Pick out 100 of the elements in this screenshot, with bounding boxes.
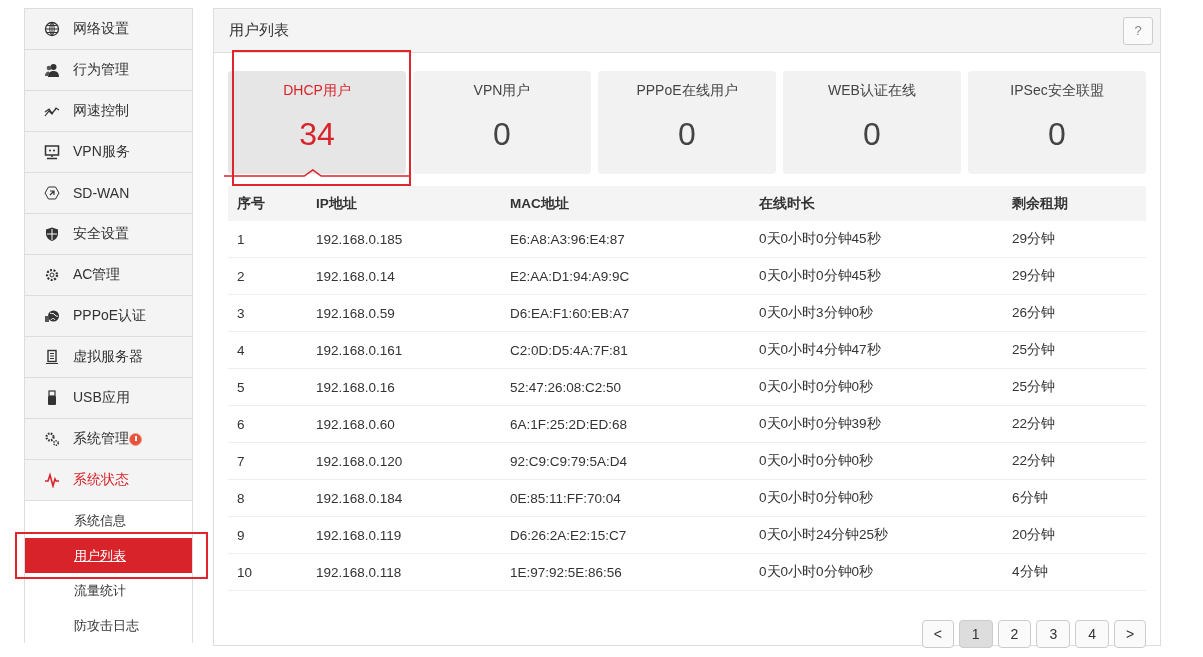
sidebar-item[interactable]: 安全设置 — [25, 214, 192, 255]
table-cell: 192.168.0.60 — [307, 405, 501, 443]
column-header: 剩余租期 — [1003, 186, 1146, 221]
table-cell: 0天0小时0分钟0秒 — [750, 368, 1003, 406]
stat-card[interactable]: IPSec安全联盟 0 — [968, 71, 1146, 174]
card-count: 34 — [299, 116, 335, 153]
sidebar-item[interactable]: VPN服务 — [25, 132, 192, 173]
page-button[interactable]: 3 — [1036, 620, 1071, 648]
table-cell: 0天0小时0分钟45秒 — [750, 221, 1003, 258]
table-cell: 192.168.0.59 — [307, 294, 501, 332]
stat-card[interactable]: PPPoE在线用户 0 — [598, 71, 776, 174]
card-count: 0 — [863, 116, 881, 153]
table-cell: E6:A8:A3:96:E4:87 — [501, 221, 750, 258]
table-cell: 192.168.0.185 — [307, 221, 501, 258]
card-count: 0 — [493, 116, 511, 153]
help-button[interactable]: ? — [1123, 16, 1153, 45]
table-cell: 25分钟 — [1003, 331, 1146, 369]
table-cell: 192.168.0.184 — [307, 479, 501, 517]
table-cell: 0天0小时0分钟0秒 — [750, 479, 1003, 517]
table-cell: 6A:1F:25:2D:ED:68 — [501, 405, 750, 443]
submenu-item[interactable]: 系统信息 — [25, 503, 192, 538]
sidebar-item[interactable]: AC管理 — [25, 255, 192, 296]
table-cell: 0天0小时24分钟25秒 — [750, 516, 1003, 554]
column-header: IP地址 — [307, 186, 501, 221]
submenu-item[interactable]: 用户列表 — [25, 538, 192, 573]
sidebar-item[interactable]: 网络设置 — [25, 9, 192, 50]
table-cell: 26分钟 — [1003, 294, 1146, 332]
card-label: WEB认证在线 — [828, 82, 916, 100]
globe-icon — [44, 21, 60, 37]
table-cell: 3 — [228, 294, 307, 332]
table-cell: 192.168.0.16 — [307, 368, 501, 406]
table-cell: 2 — [228, 257, 307, 295]
table-cell: 192.168.0.161 — [307, 331, 501, 369]
column-header: MAC地址 — [501, 186, 750, 221]
page-button[interactable]: 2 — [997, 620, 1032, 648]
sidebar-item[interactable]: 网速控制 — [25, 91, 192, 132]
next-page-button[interactable]: > — [1114, 620, 1146, 648]
globe-icon — [44, 308, 60, 324]
table-cell: E2:AA:D1:94:A9:9C — [501, 257, 750, 295]
server-icon — [44, 349, 60, 365]
table-cell: 0天0小时0分钟0秒 — [750, 442, 1003, 480]
stat-card[interactable]: WEB认证在线 0 — [783, 71, 961, 174]
page-button[interactable]: 4 — [1075, 620, 1109, 648]
submenu-item[interactable]: 防攻击日志 — [25, 608, 192, 643]
previous-page-button[interactable]: < — [921, 620, 954, 648]
sidebar-item[interactable]: USB应用 — [25, 378, 192, 419]
table-cell: 4分钟 — [1003, 553, 1146, 591]
table-cell: 0天0小时0分钟45秒 — [750, 257, 1003, 295]
column-header: 序号 — [228, 186, 307, 221]
table-cell: 29分钟 — [1003, 257, 1146, 295]
table-cell: C2:0D:D5:4A:7F:81 — [501, 331, 750, 369]
card-count: 0 — [678, 116, 696, 153]
card-label: VPN用户 — [473, 82, 531, 100]
table-cell: 7 — [228, 442, 307, 480]
pulse-icon — [44, 472, 60, 488]
table-cell: 192.168.0.118 — [307, 553, 501, 591]
sidebar-item[interactable]: PPPoE认证 — [25, 296, 192, 337]
table-cell: 4 — [228, 331, 307, 369]
table-cell: 92:C9:C9:79:5A:D4 — [501, 442, 750, 480]
table-cell: 5 — [228, 368, 307, 406]
table-cell: 6 — [228, 405, 307, 443]
table-cell: D6:26:2A:E2:15:C7 — [501, 516, 750, 554]
page-button[interactable]: 1 — [958, 620, 993, 648]
table-cell: 6分钟 — [1003, 479, 1146, 517]
table-cell: 1E:97:92:5E:86:56 — [501, 553, 750, 591]
sidebar-item[interactable]: 虚拟服务器 — [25, 337, 192, 378]
stat-card[interactable]: DHCP用户 34 — [228, 71, 406, 174]
card-count: 0 — [1048, 116, 1066, 153]
table-cell: 0天0小时0分钟39秒 — [750, 405, 1003, 443]
table-cell: D6:EA:F1:60:EB:A7 — [501, 294, 750, 332]
table-cell: 0天0小时3分钟0秒 — [750, 294, 1003, 332]
table-cell: 10 — [228, 553, 307, 591]
table-cell: 0E:85:11:FF:70:04 — [501, 479, 750, 517]
submenu-item[interactable]: 流量统计 — [25, 573, 192, 608]
table-cell: 192.168.0.14 — [307, 257, 501, 295]
table-cell: 9 — [228, 516, 307, 554]
panel-title: 用户列表 — [229, 21, 289, 40]
table-cell: 8 — [228, 479, 307, 517]
monitor-icon — [44, 144, 60, 160]
table-cell: 22分钟 — [1003, 405, 1146, 443]
table-cell: 1 — [228, 221, 307, 258]
gear-icon — [44, 267, 60, 283]
table-cell: 22分钟 — [1003, 442, 1146, 480]
sidebar-item[interactable]: 系统管理 — [25, 419, 192, 460]
sidebar-item[interactable]: SD-WAN — [25, 173, 192, 214]
stat-card[interactable]: VPN用户 0 — [413, 71, 591, 174]
users-icon — [44, 62, 60, 78]
sidebar-item[interactable]: 行为管理 — [25, 50, 192, 91]
column-header: 在线时长 — [750, 186, 1003, 221]
table-cell: 192.168.0.120 — [307, 442, 501, 480]
card-label: PPPoE在线用户 — [636, 82, 738, 100]
table-cell: 0天0小时4分钟47秒 — [750, 331, 1003, 369]
table-cell: 25分钟 — [1003, 368, 1146, 406]
table-cell: 52:47:26:08:C2:50 — [501, 368, 750, 406]
table-cell: 20分钟 — [1003, 516, 1146, 554]
table-cell: 192.168.0.119 — [307, 516, 501, 554]
card-label: IPSec安全联盟 — [1010, 82, 1104, 100]
shield-icon — [44, 226, 60, 242]
hexagon-icon — [44, 185, 60, 201]
card-label: DHCP用户 — [283, 82, 351, 100]
